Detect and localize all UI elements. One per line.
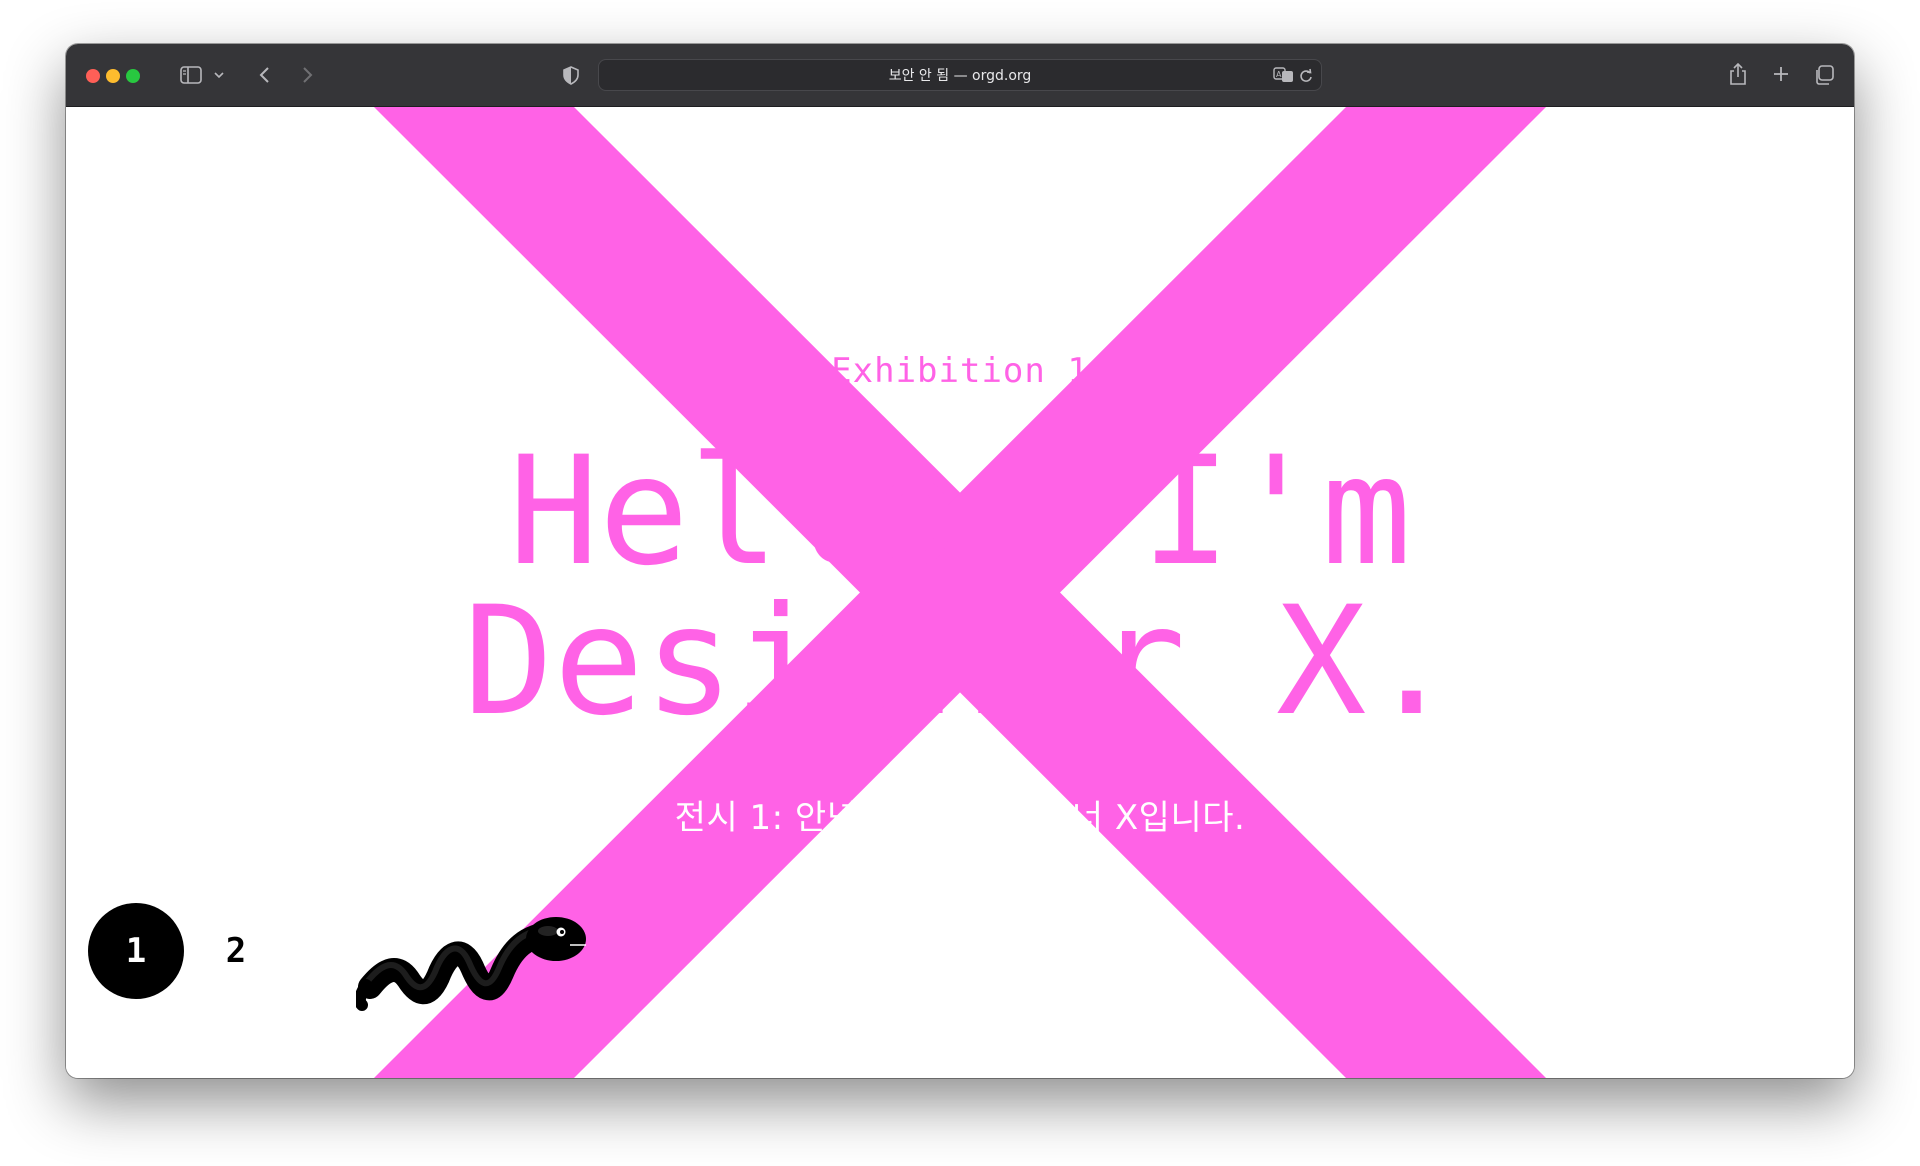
page-title: Hello, I'm Designer X.: [66, 437, 1854, 737]
title-line-1: Hello, I'm: [508, 425, 1412, 599]
pagination-item-1[interactable]: 1: [88, 903, 184, 999]
page-content: Exhibition 1 Hello, I'm Designer X. 전시 1…: [66, 107, 1854, 1078]
forward-icon[interactable]: [296, 64, 318, 86]
share-icon[interactable]: [1726, 61, 1750, 87]
snake-icon: [356, 917, 586, 1011]
svg-text:A: A: [1276, 70, 1282, 79]
reload-icon[interactable]: [1297, 66, 1315, 84]
shield-icon[interactable]: [560, 64, 582, 86]
pagination-item-2[interactable]: 2: [206, 903, 266, 999]
close-window-button[interactable]: [86, 69, 100, 83]
title-line-2: Designer X.: [463, 575, 1457, 749]
zoom-window-button[interactable]: [126, 69, 140, 83]
back-icon[interactable]: [254, 64, 276, 86]
new-tab-icon[interactable]: [1770, 63, 1792, 85]
minimize-window-button[interactable]: [106, 69, 120, 83]
tab-overview-icon[interactable]: [1812, 63, 1836, 87]
exhibition-kicker: Exhibition 1: [831, 351, 1089, 391]
translate-icon[interactable]: A: [1273, 65, 1295, 85]
sidebar-icon[interactable]: [178, 64, 204, 86]
chevron-down-icon[interactable]: [212, 68, 226, 82]
address-bar[interactable]: 보안 안 됨 — orgd.org A: [598, 59, 1322, 91]
url-text: 보안 안 됨 — orgd.org: [888, 68, 1032, 84]
browser-toolbar: 보안 안 됨 — orgd.org A: [66, 44, 1854, 107]
korean-subtitle: 전시 1: 안녕하세요, 디자이너 X입니다.: [674, 798, 1246, 838]
browser-window: 보안 안 됨 — orgd.org A Exhibition 1 Hello, …: [66, 44, 1854, 1078]
